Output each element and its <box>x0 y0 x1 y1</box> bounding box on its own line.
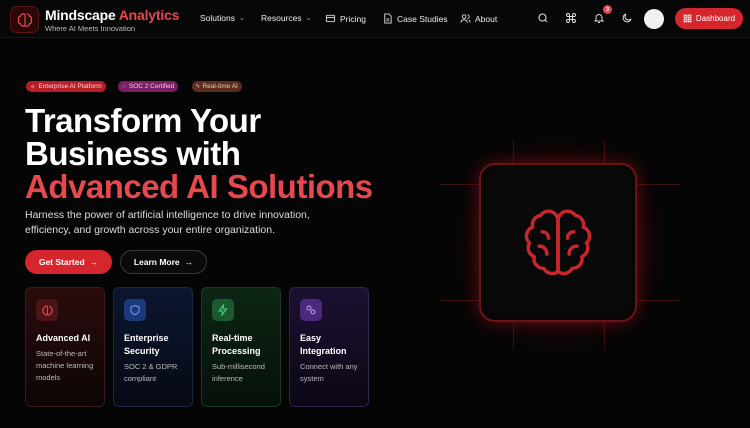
hero-brain-visual <box>479 163 637 322</box>
hero-subtitle-line-2: efficiency, and growth across your entir… <box>25 224 275 236</box>
nav-case-studies-label: Case Studies <box>397 13 448 24</box>
grid-icon <box>683 14 692 23</box>
nav-pricing[interactable]: Pricing <box>325 13 366 24</box>
avatar[interactable] <box>644 9 664 29</box>
badge-enterprise-ai: ✧ Enterprise AI Platform <box>26 81 106 92</box>
brain-icon <box>36 299 58 321</box>
nav-about-label: About <box>475 13 498 24</box>
moon-icon[interactable] <box>620 11 634 25</box>
feature-desc: Sub-millisecond inference <box>212 362 265 383</box>
top-navbar: Mindscape Analytics Where AI Meets Innov… <box>0 0 750 38</box>
nav-resources-label: Resources <box>261 13 302 23</box>
chevron-down-icon: ⌄ <box>238 15 245 22</box>
badge-soc2-label: SOC 2 Certified <box>128 83 175 90</box>
feature-desc: SOC 2 & GDPR compliant <box>124 362 178 383</box>
notification-badge: 3 <box>603 5 612 14</box>
sparkle-icon: ✧ <box>30 83 36 91</box>
command-icon[interactable] <box>564 11 578 25</box>
learn-more-label: Learn More <box>133 257 180 267</box>
brand-name-main: Mindscape <box>45 7 116 23</box>
nav-about[interactable]: About <box>460 13 497 24</box>
feature-card-realtime-processing[interactable]: Real-time Processing Sub-millisecond inf… <box>201 287 281 407</box>
get-started-button[interactable]: Get Started → <box>25 250 112 274</box>
learn-more-button[interactable]: Learn More → <box>120 250 207 274</box>
badge-realtime: ϟ Real-time AI <box>192 81 242 92</box>
feature-card-easy-integration[interactable]: Easy Integration Connect with any system <box>289 287 369 407</box>
bolt-icon <box>212 299 234 321</box>
logo-brain-icon[interactable] <box>10 6 39 33</box>
feature-desc: Connect with any system <box>300 362 358 383</box>
brand-tagline: Where AI Meets Innovation <box>45 24 136 33</box>
hero-title-line-2: Business with <box>25 135 241 172</box>
badge-soc2: ◌ SOC 2 Certified <box>118 81 179 92</box>
dashboard-button-label: Dashboard <box>695 14 736 23</box>
arrow-right-icon: → <box>89 257 99 267</box>
shield-icon <box>124 299 146 321</box>
nav-case-studies[interactable]: Case Studies <box>382 13 448 24</box>
nav-solutions-label: Solutions <box>200 13 235 23</box>
feature-card-advanced-ai[interactable]: Advanced AI State-of-the-art machine lea… <box>25 287 105 407</box>
brand-name-accent: Analytics <box>118 7 180 23</box>
nav-resources[interactable]: Resources ⌄ <box>261 13 312 23</box>
bolt-icon: ϟ <box>196 83 200 90</box>
feature-card-enterprise-security[interactable]: Enterprise Security SOC 2 & GDPR complia… <box>113 287 193 407</box>
hero-subtitle-line-1: Harness the power of artificial intellig… <box>25 209 310 221</box>
hero-title-line-1: Transform Your <box>25 102 261 139</box>
chevron-down-icon: ⌄ <box>305 15 312 22</box>
badge-realtime-label: Real-time AI <box>202 83 238 90</box>
nav-pricing-label: Pricing <box>340 13 366 24</box>
shield-icon: ◌ <box>122 83 126 90</box>
hero-title-line-3: Advanced AI Solutions <box>25 168 373 205</box>
nav-solutions[interactable]: Solutions ⌄ <box>200 13 245 23</box>
brain-icon <box>524 208 592 275</box>
arrow-right-icon: → <box>184 257 194 267</box>
dashboard-button[interactable]: Dashboard <box>675 8 743 29</box>
document-icon <box>384 13 392 24</box>
badge-enterprise-ai-label: Enterprise AI Platform <box>38 83 102 90</box>
feature-title: Easy Integration <box>300 333 347 356</box>
get-started-label: Get Started <box>38 257 85 267</box>
card-icon <box>325 14 336 23</box>
feature-title: Advanced AI <box>36 333 91 343</box>
brand-name[interactable]: Mindscape Analytics <box>45 7 179 23</box>
feature-desc: State-of-the-art machine learning models <box>36 349 94 382</box>
feature-title: Real-time Processing <box>212 333 261 356</box>
feature-title: Enterprise Security <box>124 333 169 356</box>
link-icon <box>300 299 322 321</box>
search-icon[interactable] <box>536 11 550 25</box>
users-icon <box>460 14 471 23</box>
